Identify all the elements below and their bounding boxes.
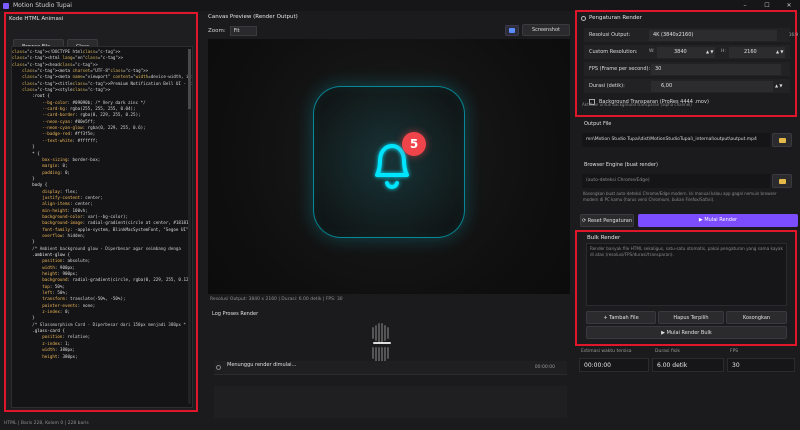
render-status-text: Resolusi Output: 3840 x 2160 | Durasi: 6… bbox=[210, 297, 343, 302]
eta-label: Estimasi waktu tersisa bbox=[581, 349, 632, 354]
physical-duration-value: 6.00 detik bbox=[652, 358, 724, 372]
preview-toolbar: Zoom: Fit Screenshot bbox=[208, 24, 570, 38]
screenshot-button[interactable]: Screenshot bbox=[522, 24, 570, 36]
bulk-hint: Render banyak file HTML sekaligus, satu-… bbox=[590, 246, 783, 257]
fps-row: FPS (Frame per second): 30 bbox=[584, 62, 790, 76]
app-logo-icon bbox=[3, 2, 9, 9]
code-line: height: 380px; bbox=[42, 353, 78, 359]
add-file-button[interactable]: + Tambah File bbox=[586, 311, 656, 324]
output-path-input[interactable]: mn\Motion Studio Tupai\dist\MotionStudio… bbox=[582, 133, 770, 147]
log-time: 00:00:00 bbox=[534, 365, 555, 370]
start-bulk-render-button[interactable]: ▶ Mulai Render Bulk bbox=[586, 326, 787, 339]
duration-stepper[interactable]: ▲ ▼ bbox=[775, 83, 782, 88]
start-bulk-label: Mulai Render Bulk bbox=[666, 330, 712, 336]
fps-stat-value: 30 bbox=[727, 358, 795, 372]
start-render-label: Mulai Render bbox=[704, 217, 738, 223]
fps-stat-label: FPS bbox=[730, 349, 739, 354]
reset-settings-button[interactable]: ⟳ Reset Pengaturan bbox=[580, 214, 634, 227]
custom-resolution-row: Custom Resolution: W: 3840 ▲ ▼ H: 2160 ▲… bbox=[584, 45, 790, 59]
bulk-file-list[interactable]: Render banyak file HTML sekaligus, satu-… bbox=[586, 243, 787, 306]
fps-label: FPS (Frame per second): bbox=[589, 66, 651, 72]
height-stepper[interactable]: ▲ ▼ bbox=[776, 49, 783, 54]
code-scrollbar[interactable] bbox=[188, 49, 191, 404]
engine-hint: Kosongkan buat auto-deteksi Chrome/Edge … bbox=[583, 191, 777, 202]
code-line: background: radial-gradient(circle, rgba… bbox=[42, 277, 193, 283]
duration-label: Durasi (detik): bbox=[589, 83, 625, 89]
window-title: Motion Studio Tupai bbox=[13, 2, 72, 9]
reset-settings-label: Reset Pengaturan bbox=[587, 218, 633, 224]
duration-input[interactable]: 6,00 bbox=[651, 81, 773, 92]
zoom-label: Zoom: bbox=[208, 28, 226, 34]
code-panel-title: Kode HTML Animasi bbox=[9, 16, 64, 22]
folder-icon bbox=[778, 179, 786, 184]
transparent-hint: Aktifkan untuk background transparan (al… bbox=[582, 102, 692, 107]
engine-browse-button[interactable] bbox=[772, 174, 792, 188]
folder-icon bbox=[778, 138, 786, 143]
browser-engine-input[interactable]: (auto-deteksi Chrome/Edge) bbox=[582, 174, 770, 188]
log-message: Menunggu render dimulai... bbox=[227, 362, 297, 368]
duration-value: 6,00 bbox=[661, 83, 673, 89]
render-settings-title: Pengaturan Render bbox=[589, 15, 642, 21]
resolution-row: Resolusi Output: 4K (3840x2160) 16:9 bbox=[584, 28, 798, 42]
log-area bbox=[214, 386, 567, 418]
output-file-label: Output File bbox=[584, 121, 612, 127]
aspect-ratio: 16:9 bbox=[789, 32, 798, 37]
log-entry: Menunggu render dimulai... 00:00:00 bbox=[214, 361, 567, 375]
canvas-preview-title: Canvas Preview (Render Output) bbox=[208, 14, 298, 20]
editor-status: HTML | Baris 228, Kolom 0 | 228 baris bbox=[4, 421, 89, 426]
custom-resolution-label: Custom Resolution: bbox=[589, 49, 638, 55]
status-indicator-icon bbox=[216, 365, 221, 370]
eta-value: 00:00:00 bbox=[579, 358, 649, 372]
code-editor[interactable]: class="c-tag"><!DOCTYPE htmlclass="c-tag… bbox=[11, 46, 193, 408]
gear-icon bbox=[581, 15, 586, 21]
bulk-render-panel: Bulk Render Render banyak file HTML seka… bbox=[575, 230, 797, 346]
render-settings-header: Pengaturan Render bbox=[581, 15, 795, 21]
width-value: 3840 bbox=[674, 49, 687, 55]
resolution-label: Resolusi Output: bbox=[589, 32, 631, 38]
resolution-select[interactable]: 4K (3840x2160) bbox=[649, 30, 777, 41]
output-browse-button[interactable] bbox=[772, 133, 792, 147]
settings-form: Resolusi Output: 4K (3840x2160) 16:9 Cus… bbox=[584, 26, 798, 112]
width-label: W: bbox=[649, 49, 655, 54]
duration-row: Durasi (detik): 6,00 ▲ ▼ bbox=[584, 79, 790, 93]
render-canvas: 5 bbox=[208, 39, 570, 294]
fps-input[interactable]: 30 bbox=[651, 64, 781, 75]
browser-engine-label: Browser Engine (buat render) bbox=[584, 162, 658, 168]
bulk-render-title: Bulk Render bbox=[587, 235, 621, 241]
render-settings-panel: Pengaturan Render Resolusi Output: 4K (3… bbox=[575, 10, 798, 117]
notification-badge: 5 bbox=[402, 132, 426, 156]
width-stepper[interactable]: ▲ ▼ bbox=[706, 49, 713, 54]
height-value: 2160 bbox=[744, 49, 757, 55]
code-panel: Kode HTML Animasi Browse File... Clear c… bbox=[4, 12, 198, 412]
clear-list-button[interactable]: Kosongkan bbox=[726, 311, 787, 324]
physical-duration-label: Durasi fisik bbox=[655, 349, 680, 354]
start-render-button[interactable]: ▶ Mulai Render bbox=[638, 214, 798, 227]
fit-view-button[interactable] bbox=[505, 25, 519, 36]
render-log-title: Log Proses Render bbox=[212, 311, 259, 317]
code-line: class="c-tag"><meta name="viewport" cont… bbox=[22, 74, 192, 80]
monitor-icon bbox=[509, 28, 515, 33]
zoom-select[interactable]: Fit bbox=[229, 26, 257, 36]
glass-card: 5 bbox=[313, 86, 465, 238]
remove-selected-button[interactable]: Hapus Terpilih bbox=[658, 311, 724, 324]
height-label: H: bbox=[721, 49, 726, 54]
